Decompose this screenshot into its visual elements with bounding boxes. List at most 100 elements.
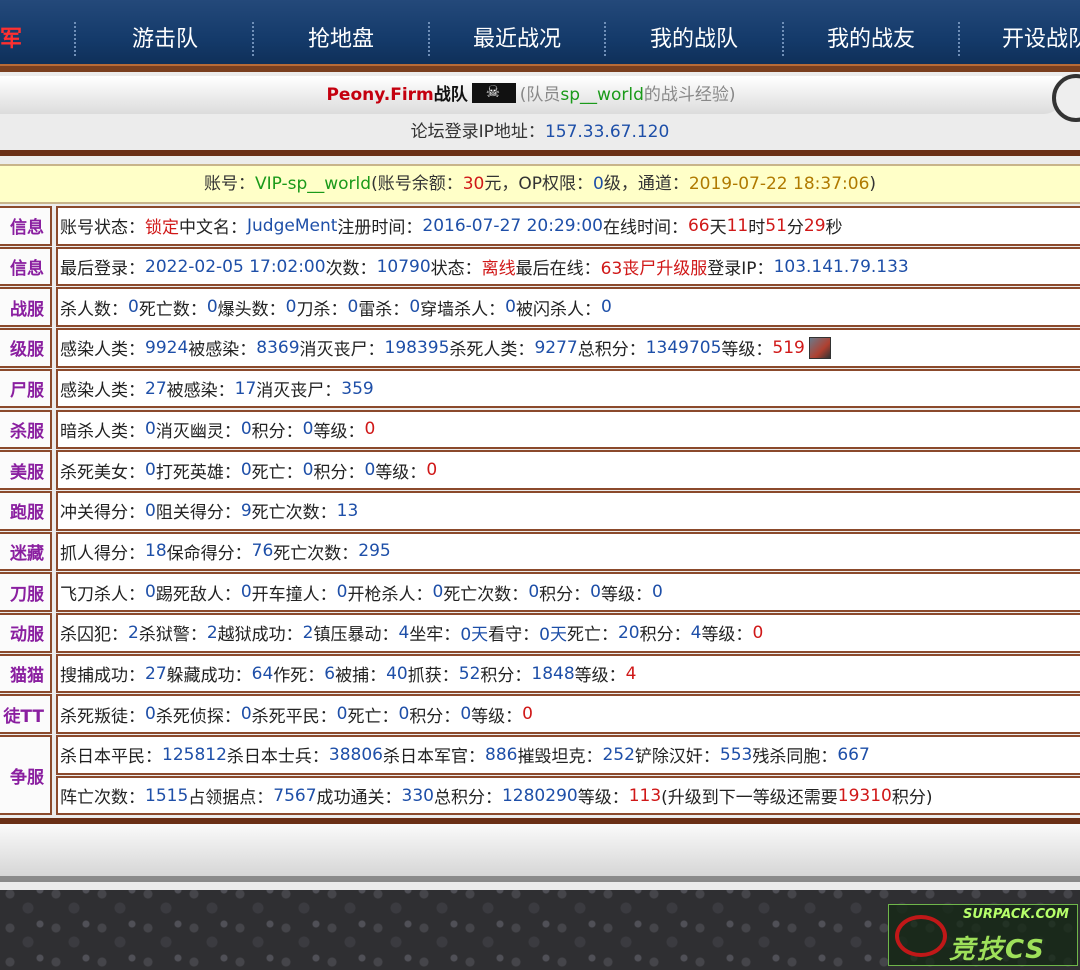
- member-name[interactable]: sp__world: [560, 85, 643, 105]
- stat-text: 0: [432, 582, 444, 603]
- stat-text: 29: [803, 215, 826, 236]
- table-row: 级服 感染人类： 9924 被感染： 8369 消灭丧尸： 198395 杀死人类： 92…: [0, 328, 1080, 369]
- nav-item-0[interactable]: 军: [0, 0, 26, 66]
- table-row: 杀服 暗杀人类： 0 消灭幽灵： 0 积分： 0 等级： 0: [0, 409, 1080, 451]
- stat-text: 杀狱警：: [138, 625, 207, 646]
- stat-text: 6: [324, 663, 336, 684]
- balance-value: 30: [462, 174, 485, 194]
- stat-text: 76: [251, 541, 274, 562]
- row-content: 感染人类： 9924 被感染： 8369 消灭丧尸： 198395 杀死人类： 9277…: [56, 328, 1080, 368]
- table-row: 猫猫 搜捕成功： 27 躲藏成功： 64 作死： 6 被捕： 40 抓获： 52 积分： 18…: [0, 653, 1080, 695]
- stat-text: 杀死叛徒：: [60, 706, 145, 727]
- table-row: 徒TT 杀死叛徒： 0 杀死侦探： 0 杀死平民： 0 死亡： 0 积分： 0 等级： 0: [0, 694, 1080, 735]
- team-name[interactable]: Peony.Firm: [326, 85, 433, 105]
- team-suffix: 战队: [433, 85, 468, 105]
- row-content: 阵亡次数： 1515 占领据点： 7567 成功通关： 330 总积分： 1280290…: [56, 775, 1080, 816]
- watermark-top: SURPACK.COM: [962, 907, 1069, 922]
- stat-text: 667: [837, 744, 870, 765]
- nav-item-my-team[interactable]: 我的战队: [608, 0, 780, 66]
- stat-text: 开枪杀人：: [347, 584, 433, 605]
- row-content: 最后登录： 2022-02-05 17:02:00 次数： 10790 状态： 离线 …: [56, 246, 1080, 287]
- footer-bar: [0, 824, 1080, 882]
- stat-text: 搜捕成功：: [60, 666, 145, 687]
- member-desc-prefix: (队员: [519, 85, 561, 105]
- stat-text: 63丧尸升级服: [600, 259, 708, 280]
- stat-text: 0: [336, 582, 348, 603]
- stat-text: 0: [505, 297, 516, 318]
- stat-text: 2016-07-27 20:29:00: [422, 215, 603, 236]
- stat-text: 锁定: [145, 218, 179, 239]
- stat-text: 0: [240, 582, 252, 603]
- stat-text: 飞刀杀人：: [60, 584, 145, 605]
- ip-label: 论坛登录IP地址：: [410, 122, 545, 142]
- row-content: 搜捕成功： 27 躲藏成功： 64 作死： 6 被捕： 40 抓获： 52 积分： 1848…: [56, 653, 1080, 694]
- stat-text: 19310: [837, 785, 892, 806]
- stat-text: 看守：: [488, 625, 540, 646]
- stat-text: 秒: [825, 218, 843, 239]
- stat-text: 等级：: [721, 340, 773, 361]
- stat-text: 在线时间：: [602, 218, 688, 239]
- stat-text: 38806: [328, 744, 383, 765]
- stat-text: 作死：: [273, 666, 325, 687]
- stat-text: 死亡：: [347, 706, 399, 727]
- row-content: 冲关得分： 0 阻关得分： 9 死亡次数： 13: [56, 490, 1080, 531]
- stat-text: 最后登录：: [60, 259, 145, 280]
- row-label: 猫猫: [0, 653, 52, 694]
- row-label: 徒TT: [0, 694, 52, 735]
- row-content: 杀死叛徒： 0 杀死侦探： 0 杀死平民： 0 死亡： 0 积分： 0 等级： 0: [56, 694, 1080, 735]
- stat-text: 雷杀：: [358, 299, 410, 320]
- stat-text: 0: [600, 297, 612, 318]
- stat-text: 0: [426, 460, 438, 481]
- stat-text: 0: [409, 297, 421, 318]
- stat-text: 冲关得分：: [60, 503, 145, 524]
- row-content: 杀死美女： 0 打死英雄： 0 死亡： 0 积分： 0 等级： 0: [56, 450, 1080, 490]
- table-row: 刀服 飞刀杀人： 0 踢死敌人： 0 开车撞人： 0 开枪杀人： 0 死亡次数： 0 积分：…: [0, 572, 1080, 613]
- team-header: Peony.Firm战队 (队员sp__world的战斗经验): [0, 73, 1062, 114]
- stat-text: 0: [145, 460, 156, 481]
- stat-text: 消灭幽灵：: [155, 421, 241, 442]
- stat-text: 登录IP：: [707, 259, 774, 280]
- nav-item-my-comrades[interactable]: 我的战友: [786, 0, 956, 66]
- table-row: 信息 最后登录： 2022-02-05 17:02:00 次数： 10790 状态：离…: [0, 246, 1080, 288]
- stat-text: 消灭丧尸：: [256, 381, 342, 402]
- op-level: 0: [593, 174, 604, 194]
- table-row: 跑服 冲关得分： 0 阻关得分： 9 死亡次数： 13: [0, 490, 1080, 532]
- stat-text: 死亡：: [566, 625, 618, 646]
- account-name: VIP-sp__world: [254, 174, 372, 194]
- nav-item-recent-battles[interactable]: 最近战况: [432, 0, 602, 66]
- account-close: ): [869, 174, 877, 194]
- table-row: 战服 杀人数： 0 死亡数： 0 爆头数： 0 刀杀： 0 雷杀： 0 穿墙杀人： 0 被闪杀…: [0, 287, 1080, 328]
- stat-text: 252: [602, 744, 635, 765]
- row-label: 战服: [0, 287, 52, 328]
- stat-text: 积分：: [639, 625, 691, 646]
- stat-text: 等级：: [577, 788, 629, 809]
- stat-text: 时: [748, 218, 766, 239]
- stat-text: 杀日本平民：: [60, 747, 162, 768]
- nav-item-create-team[interactable]: 开设战队: [1002, 0, 1080, 66]
- stat-text: 0: [460, 704, 472, 725]
- stat-text: JudgeMent: [247, 215, 338, 236]
- nav-item-guerrilla[interactable]: 游击队: [80, 0, 250, 66]
- nav-item-territory[interactable]: 抢地盘: [256, 0, 426, 66]
- nav-separator: [74, 22, 76, 56]
- ip-value: 157.33.67.120: [544, 122, 670, 142]
- stat-text: 20: [617, 622, 640, 643]
- watermark-bottom: 竞技CS: [949, 935, 1046, 965]
- stat-text: 积分): [891, 788, 933, 809]
- stat-text: 死亡次数：: [273, 543, 359, 564]
- stat-text: 开车撞人：: [251, 584, 337, 605]
- table-row: 信息 账号状态： 锁定 中文名： JudgeMent 注册时间： 2016-07-27 …: [0, 206, 1080, 247]
- stat-text: 等级：: [313, 421, 365, 442]
- login-ip-line: 论坛登录IP地址：157.33.67.120: [0, 116, 1080, 148]
- stat-text: 0: [128, 297, 139, 318]
- stat-text: 0天: [539, 625, 567, 646]
- row-content: 杀日本平民： 125812 杀日本士兵： 38806 杀日本军官： 886 摧毁坦克：…: [56, 735, 1080, 775]
- row-label: 动服: [0, 613, 52, 653]
- stat-text: 0: [285, 297, 297, 318]
- stat-text: 17: [234, 378, 257, 399]
- stat-text: 4: [690, 622, 702, 643]
- stat-text: 18: [145, 541, 167, 562]
- stat-text: 64: [251, 663, 274, 684]
- row-label: 杀服: [0, 409, 52, 450]
- stat-text: 1515: [145, 785, 189, 806]
